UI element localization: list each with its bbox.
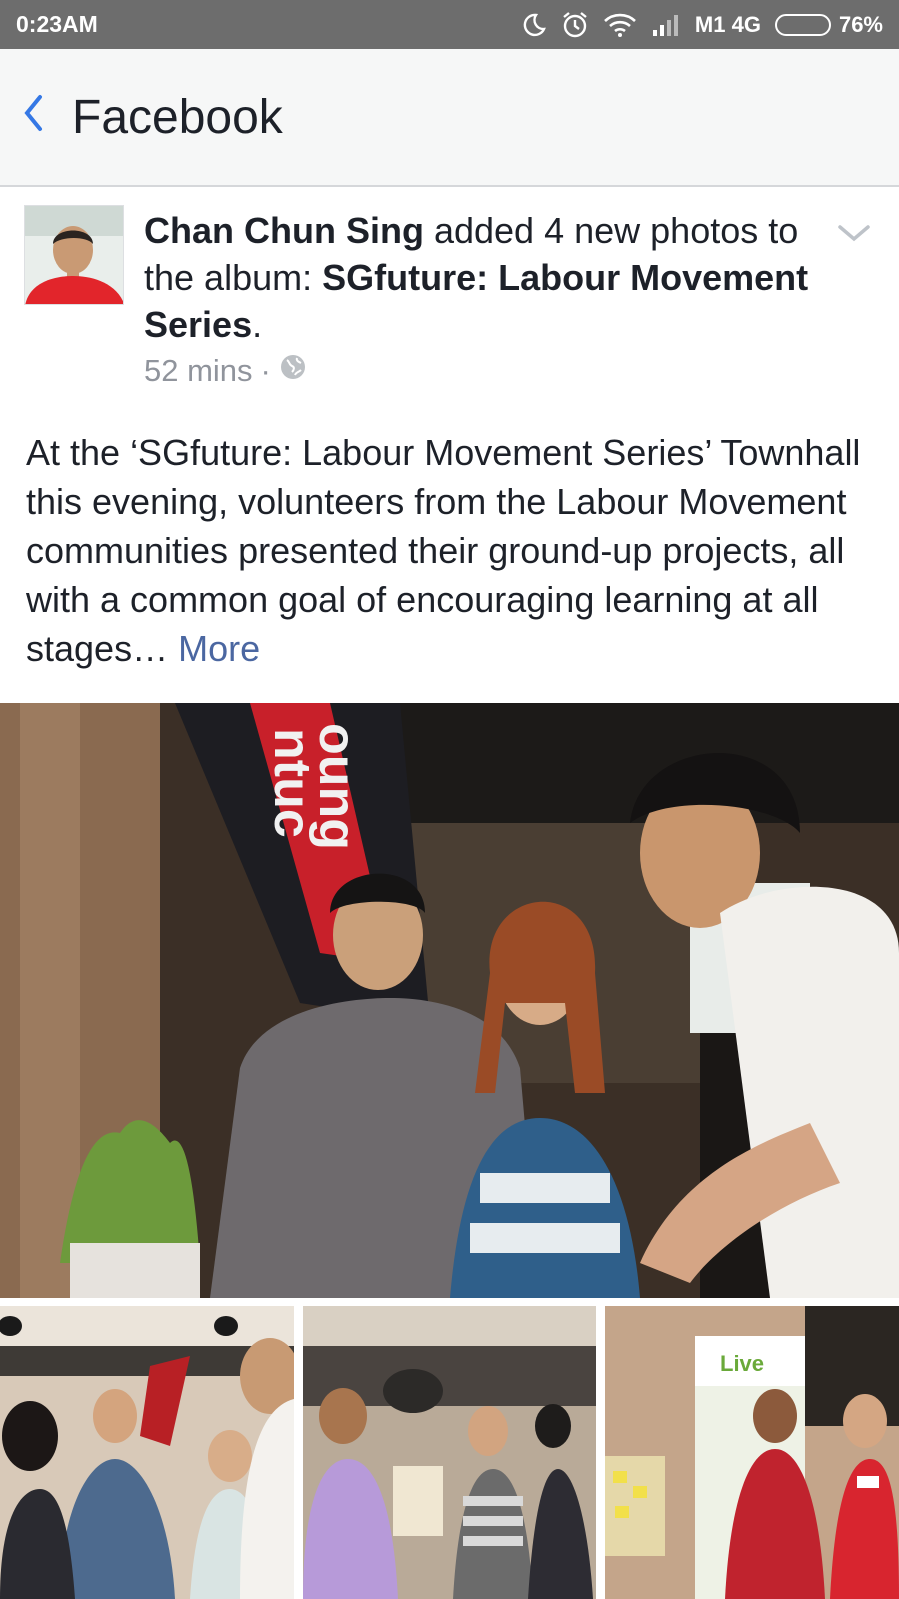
post-body-text: At the ‘SGfuture: Labour Movement Series… xyxy=(26,432,861,669)
post-period: . xyxy=(252,304,263,345)
meta-separator: · xyxy=(260,353,271,388)
wifi-icon xyxy=(603,12,637,38)
battery-icon xyxy=(774,13,831,36)
photo-thumb-2[interactable] xyxy=(302,1306,597,1599)
chevron-left-icon[interactable] xyxy=(22,94,44,140)
status-time: 0:23AM xyxy=(16,11,98,37)
post-time[interactable]: 52 mins xyxy=(144,353,253,389)
alarm-icon xyxy=(561,11,589,39)
photo-thumb-1[interactable] xyxy=(0,1306,294,1599)
status-icons: M1 4G 76% xyxy=(521,11,883,39)
post-meta: 52 mins · xyxy=(144,353,307,389)
banner-text-young: oung xyxy=(308,723,366,850)
more-link[interactable]: More xyxy=(178,628,260,669)
globe-icon xyxy=(279,353,307,389)
battery-percent: 76% xyxy=(838,11,883,37)
battery-indicator: 76% xyxy=(774,11,883,38)
signal-icon xyxy=(651,13,681,37)
author-name[interactable]: Chan Chun Sing xyxy=(144,210,424,251)
moon-icon xyxy=(521,12,547,38)
status-bar: 0:23AM M1 4G 76% xyxy=(0,0,899,49)
photo-grid: Live xyxy=(0,1306,899,1599)
chevron-down-icon[interactable] xyxy=(834,213,874,253)
post-body: At the ‘SGfuture: Labour Movement Series… xyxy=(26,428,876,673)
carrier-label: M1 4G xyxy=(694,11,761,37)
live-sign-text: Live xyxy=(720,1351,764,1376)
nav-bar: Facebook xyxy=(0,49,899,187)
main-photo[interactable]: ntuc oung xyxy=(0,703,899,1298)
photo-thumb-3[interactable]: Live xyxy=(605,1306,899,1599)
nav-title: Facebook xyxy=(72,90,283,144)
post-title: Chan Chun Sing added 4 new photos to the… xyxy=(144,207,824,348)
avatar[interactable] xyxy=(24,205,124,305)
